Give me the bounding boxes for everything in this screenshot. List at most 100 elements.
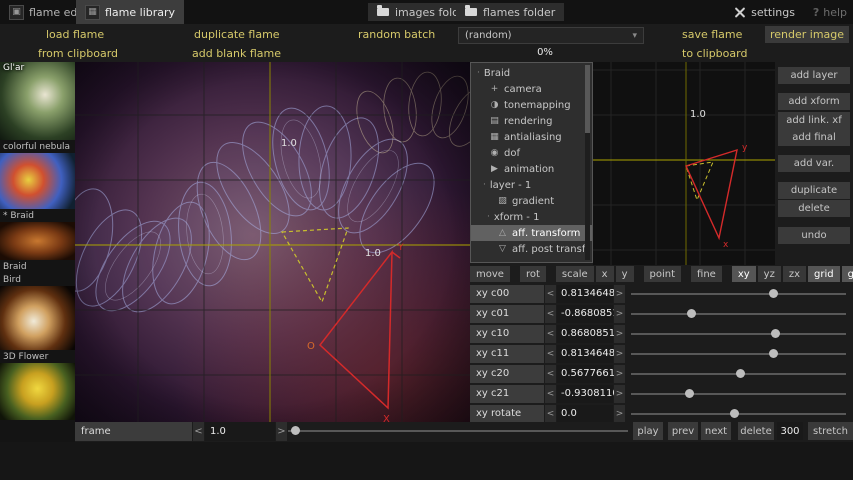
param-slider[interactable] xyxy=(631,345,846,363)
origin-label[interactable]: O xyxy=(307,341,315,352)
slider-handle[interactable] xyxy=(730,409,739,418)
frame-increment-button[interactable]: > xyxy=(276,422,287,441)
tree-item-animation[interactable]: ▶ animation xyxy=(471,161,592,177)
play-button[interactable]: play xyxy=(633,422,663,440)
list-item[interactable]: Braid xyxy=(0,260,75,273)
list-item[interactable]: Gl'ar xyxy=(0,62,75,140)
flame-thumbnail[interactable] xyxy=(0,62,75,140)
decrement-button[interactable]: < xyxy=(545,345,556,363)
stretch-button[interactable]: stretch xyxy=(808,422,853,440)
tree-item-xform-1[interactable]: · xform - 1 xyxy=(471,209,592,225)
settings-button[interactable]: settings xyxy=(734,0,795,24)
mini-axis-y-label[interactable]: y xyxy=(742,143,748,153)
add-blank-flame-button[interactable]: add blank flame xyxy=(192,47,281,60)
tab-rot[interactable]: rot xyxy=(520,266,546,282)
increment-button[interactable]: > xyxy=(614,345,625,363)
decrement-button[interactable]: < xyxy=(545,365,556,383)
list-item[interactable]: * Braid xyxy=(0,209,75,260)
load-flame-button[interactable]: load flame xyxy=(46,28,104,41)
tree-root-braid[interactable]: · Braid xyxy=(471,65,592,81)
tab-flame-library[interactable]: ▦ flame library xyxy=(76,0,184,24)
param-value[interactable]: 0.5677661 xyxy=(557,365,613,383)
tree-item-aff-post-transform[interactable]: ▽ aff. post transf. xyxy=(471,241,592,257)
save-flame-button[interactable]: save flame xyxy=(682,28,742,41)
flame-thumbnail[interactable] xyxy=(0,222,75,260)
tree-item-rendering[interactable]: ▤ rendering xyxy=(471,113,592,129)
slider-handle[interactable] xyxy=(771,329,780,338)
transform-editor-canvas[interactable]: 1.0 y x xyxy=(593,62,775,265)
tree-item-gradient[interactable]: ▨ gradient xyxy=(471,193,592,209)
render-image-button[interactable]: render image xyxy=(765,26,849,43)
tree-item-dof[interactable]: ◉ dof xyxy=(471,145,592,161)
list-item[interactable]: colorful nebula xyxy=(0,140,75,209)
tree-item-camera[interactable]: + camera xyxy=(471,81,592,97)
flame-thumbnail[interactable] xyxy=(0,363,75,420)
tab-yz[interactable]: yz xyxy=(758,266,781,282)
prev-button[interactable]: prev xyxy=(668,422,698,440)
increment-button[interactable]: > xyxy=(614,405,625,423)
tree-scrollbar[interactable] xyxy=(585,65,590,260)
tab-x[interactable]: x xyxy=(596,266,614,282)
toggle-grid[interactable]: grid xyxy=(808,266,840,282)
to-clipboard-button[interactable]: to clipboard xyxy=(682,47,747,60)
slider-handle[interactable] xyxy=(769,349,778,358)
param-value[interactable]: -0.8680851 xyxy=(557,305,613,323)
tab-xy[interactable]: xy xyxy=(732,266,756,282)
tree-item-aff-transform[interactable]: △ aff. transform xyxy=(471,225,592,241)
tab-fine[interactable]: fine xyxy=(691,266,722,282)
flame-thumbnail[interactable] xyxy=(0,153,75,209)
delete-button[interactable]: delete xyxy=(778,200,850,217)
slider-handle[interactable] xyxy=(291,426,300,435)
param-slider[interactable] xyxy=(631,285,846,303)
tab-y[interactable]: y xyxy=(616,266,634,282)
add-layer-button[interactable]: add layer xyxy=(778,67,850,84)
param-slider[interactable] xyxy=(631,405,846,423)
slider-handle[interactable] xyxy=(687,309,696,318)
increment-button[interactable]: > xyxy=(614,365,625,383)
tab-scale[interactable]: scale xyxy=(556,266,594,282)
decrement-button[interactable]: < xyxy=(545,385,556,403)
frame-count-field[interactable]: 300 xyxy=(777,422,803,440)
param-slider[interactable] xyxy=(631,385,846,403)
decrement-button[interactable]: < xyxy=(545,405,556,423)
increment-button[interactable]: > xyxy=(614,285,625,303)
flame-render[interactable]: 1.0 1.0 Y O X xyxy=(75,62,470,422)
tree-item-antialiasing[interactable]: ▦ antialiasing xyxy=(471,129,592,145)
tab-zx[interactable]: zx xyxy=(783,266,806,282)
decrement-button[interactable]: < xyxy=(545,285,556,303)
param-value[interactable]: 0.8134648 xyxy=(557,285,613,303)
undo-button[interactable]: undo xyxy=(778,227,850,244)
flames-folder-button[interactable]: flames folder xyxy=(456,3,564,21)
transform-editor[interactable]: 1.0 y x xyxy=(593,62,775,265)
axis-x-label[interactable]: X xyxy=(383,414,390,422)
tree-item-layer-1[interactable]: · layer - 1 xyxy=(471,177,592,193)
tree-item-tonemapping[interactable]: ◑ tonemapping xyxy=(471,97,592,113)
from-clipboard-button[interactable]: from clipboard xyxy=(38,47,118,60)
slider-handle[interactable] xyxy=(736,369,745,378)
mini-axis-x-label[interactable]: x xyxy=(723,240,729,250)
decrement-button[interactable]: < xyxy=(545,305,556,323)
next-button[interactable]: next xyxy=(701,422,731,440)
frame-slider[interactable] xyxy=(288,422,628,441)
list-item[interactable]: 3D Flower xyxy=(0,350,75,420)
param-slider[interactable] xyxy=(631,325,846,343)
mini-xform-triangle[interactable] xyxy=(686,150,737,238)
help-button[interactable]: ? help xyxy=(813,0,847,24)
random-batch-button[interactable]: random batch xyxy=(358,28,435,41)
slider-handle[interactable] xyxy=(769,289,778,298)
param-slider[interactable] xyxy=(631,305,846,323)
increment-button[interactable]: > xyxy=(614,385,625,403)
param-value[interactable]: 0.8134648 xyxy=(557,345,613,363)
add-final-button[interactable]: add final xyxy=(778,129,850,146)
tab-point[interactable]: point xyxy=(644,266,682,282)
duplicate-button[interactable]: duplicate xyxy=(778,182,850,199)
frame-value[interactable]: 1.0 xyxy=(205,422,275,441)
frame-decrement-button[interactable]: < xyxy=(193,422,204,441)
list-item[interactable]: Bird xyxy=(0,273,75,350)
flame-thumbnail[interactable] xyxy=(0,286,75,350)
increment-button[interactable]: > xyxy=(614,325,625,343)
add-linked-xform-button[interactable]: add link. xf xyxy=(778,112,850,129)
tab-move[interactable]: move xyxy=(470,266,510,282)
param-value[interactable]: -0.9308110 xyxy=(557,385,613,403)
decrement-button[interactable]: < xyxy=(545,325,556,343)
